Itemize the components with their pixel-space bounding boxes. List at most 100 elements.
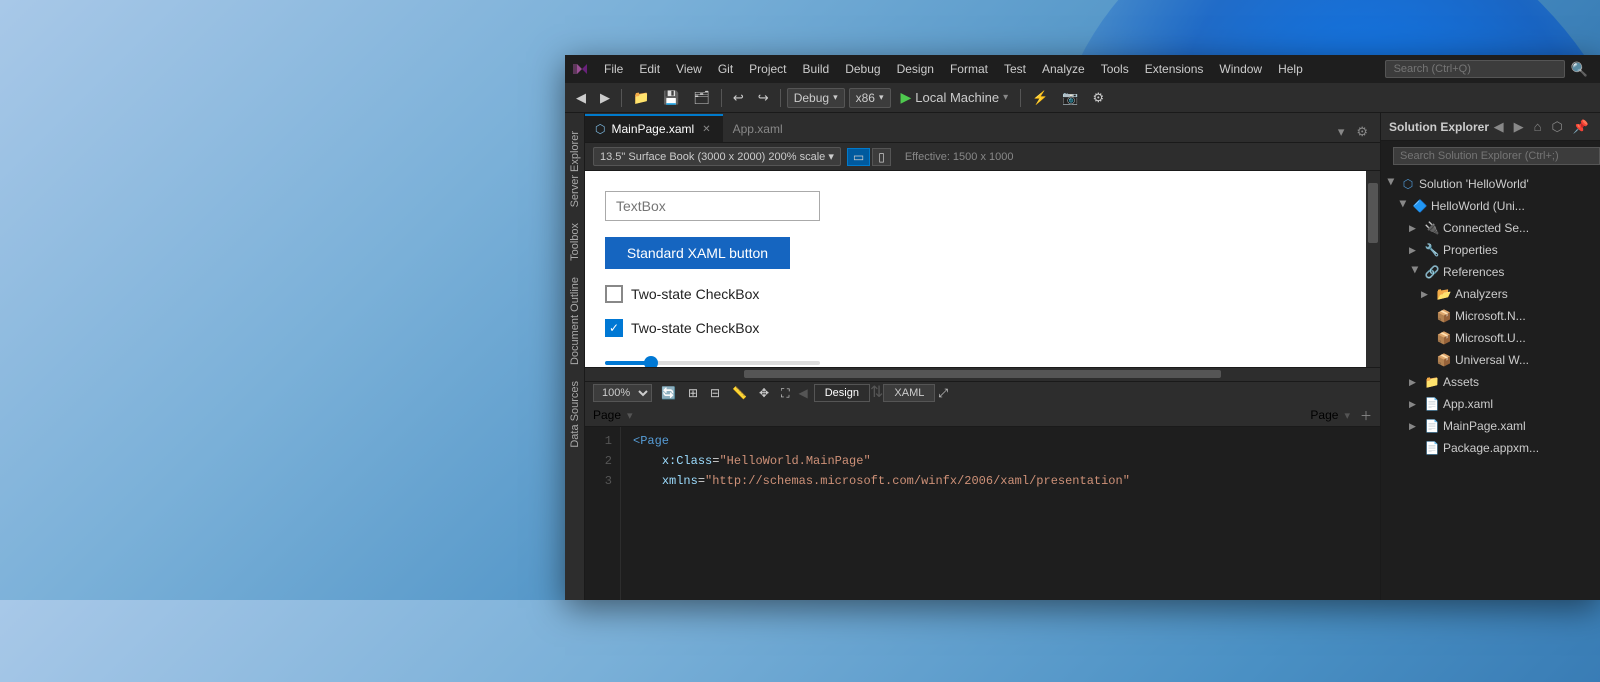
performance-btn[interactable]: ⚡: [1027, 88, 1053, 108]
xaml-button[interactable]: Standard XAML button: [605, 237, 790, 269]
menu-debug[interactable]: Debug: [838, 59, 887, 79]
camera-btn[interactable]: 📷: [1057, 88, 1083, 108]
menu-git[interactable]: Git: [711, 59, 740, 79]
se-home-btn[interactable]: ⌂: [1531, 117, 1545, 137]
menu-help[interactable]: Help: [1271, 59, 1310, 79]
se-item-properties[interactable]: ▶ 🔧 Properties: [1381, 239, 1600, 261]
document-outline-tab[interactable]: Document Outline: [566, 269, 584, 373]
menu-file[interactable]: File: [597, 59, 630, 79]
server-explorer-tab[interactable]: Server Explorer: [566, 123, 584, 215]
toolbox-tab[interactable]: Toolbox: [566, 215, 584, 269]
se-item-project[interactable]: ▶ 🔷 HelloWorld (Uni...: [1381, 195, 1600, 217]
checkbox1[interactable]: [605, 285, 623, 303]
run-button[interactable]: ▶ Local Machine ▾: [895, 87, 1015, 108]
arch-dropdown[interactable]: x86 ▾: [849, 88, 891, 108]
se-item-app-xaml[interactable]: ▶ 📄 App.xaml: [1381, 393, 1600, 415]
grid-btn[interactable]: ⊞: [685, 385, 701, 401]
add-code-btn[interactable]: ＋: [1360, 407, 1372, 424]
code-editor: Page ▾ Page ▾ ＋ 1 2 3 <Page x:Clas: [585, 405, 1380, 601]
zoom-select[interactable]: 100%: [593, 384, 652, 402]
slider-thumb[interactable]: [644, 356, 658, 367]
ms-n-label: Microsoft.N...: [1455, 309, 1526, 323]
save-all-btn[interactable]: 🗂: [688, 88, 715, 108]
package-icon: 📄: [1424, 440, 1440, 456]
canvas-h-scrollbar[interactable]: [585, 367, 1380, 381]
menu-window[interactable]: Window: [1212, 59, 1269, 79]
se-search-input[interactable]: [1393, 147, 1600, 165]
main-area: Server Explorer Toolbox Document Outline…: [565, 113, 1600, 600]
tab-app-xaml[interactable]: App.xaml: [723, 114, 793, 142]
se-back-btn[interactable]: ◀: [1491, 117, 1507, 137]
se-item-connected[interactable]: ▶ 🔌 Connected Se...: [1381, 217, 1600, 239]
undo-btn[interactable]: ↩: [728, 88, 749, 108]
landscape-btn[interactable]: ▯: [872, 148, 891, 166]
menu-edit[interactable]: Edit: [632, 59, 667, 79]
se-tree: ▶ ⬡ Solution 'HelloWorld' ▶ 🔷 HelloWorld…: [1381, 171, 1600, 600]
menu-extensions[interactable]: Extensions: [1138, 59, 1211, 79]
data-sources-tab[interactable]: Data Sources: [566, 373, 584, 456]
menu-project[interactable]: Project: [742, 59, 793, 79]
se-item-mainpage-xaml[interactable]: ▶ 📄 MainPage.xaml: [1381, 415, 1600, 437]
connected-expand-icon: ▶: [1409, 223, 1421, 234]
open-xaml-btn[interactable]: ⤢: [935, 385, 951, 402]
menu-test[interactable]: Test: [997, 59, 1033, 79]
se-item-analyzers[interactable]: ▶ 📂 Analyzers: [1381, 283, 1600, 305]
open-file-btn[interactable]: 📁: [628, 88, 654, 108]
tab-mainpage-xaml[interactable]: ⬡ MainPage.xaml ✕: [585, 114, 723, 142]
se-sync-btn[interactable]: ⬡: [1548, 117, 1565, 137]
editor-area: ⬡ MainPage.xaml ✕ App.xaml ▾ ⚙ 13.5" Sur…: [585, 113, 1380, 600]
menu-format[interactable]: Format: [943, 59, 995, 79]
breadcrumb-left[interactable]: Page: [593, 408, 621, 422]
package-label: Package.appxm...: [1443, 441, 1539, 455]
canvas-h-scrollbar-thumb[interactable]: [744, 370, 1221, 378]
menu-view[interactable]: View: [669, 59, 709, 79]
xaml-textbox[interactable]: [605, 191, 820, 221]
se-item-ms-n[interactable]: 📦 Microsoft.N...: [1381, 305, 1600, 327]
vs-logo-icon: [573, 60, 591, 78]
checkbox2[interactable]: [605, 319, 623, 337]
tab-settings-btn[interactable]: ⚙: [1352, 122, 1372, 142]
code-content[interactable]: <Page x:Class="HelloWorld.MainPage" xmln…: [621, 427, 1380, 601]
canvas-scrollbar[interactable]: [1366, 171, 1380, 367]
se-search-container: [1381, 141, 1600, 171]
menu-analyze[interactable]: Analyze: [1035, 59, 1092, 79]
pan-btn[interactable]: ✥: [756, 385, 772, 401]
se-item-solution[interactable]: ▶ ⬡ Solution 'HelloWorld': [1381, 173, 1600, 195]
ruler-btn[interactable]: 📏: [729, 385, 750, 401]
portrait-btn[interactable]: ▭: [847, 148, 870, 166]
menu-design[interactable]: Design: [890, 59, 941, 79]
se-item-package[interactable]: 📄 Package.appxm...: [1381, 437, 1600, 459]
se-item-universal[interactable]: 📦 Universal W...: [1381, 349, 1600, 371]
se-item-assets[interactable]: ▶ 📁 Assets: [1381, 371, 1600, 393]
breadcrumb-right[interactable]: Page: [1310, 408, 1338, 422]
bottom-sep: ◀: [799, 386, 808, 400]
ms-u-label: Microsoft.U...: [1455, 331, 1526, 345]
tab-list-btn[interactable]: ▾: [1334, 122, 1349, 142]
xaml-view-btn[interactable]: XAML: [883, 384, 935, 402]
xaml-slider[interactable]: [605, 353, 820, 367]
fit-btn[interactable]: ⛶: [778, 385, 792, 402]
toolbar: ◀ ▶ 📁 💾 🗂 ↩ ↪ Debug ▾ x86 ▾ ▶ Local Mach…: [565, 83, 1600, 113]
snap-btn[interactable]: ⊟: [707, 385, 723, 401]
tab-close-mainpage[interactable]: ✕: [700, 123, 712, 136]
menu-search[interactable]: [1385, 60, 1565, 78]
view-toggle-icon: ⇅: [870, 385, 883, 401]
se-item-ms-u[interactable]: 📦 Microsoft.U...: [1381, 327, 1600, 349]
save-btn[interactable]: 💾: [658, 88, 684, 108]
refresh-btn[interactable]: 🔄: [658, 385, 679, 401]
se-item-references[interactable]: ▶ 🔗 References: [1381, 261, 1600, 283]
canvas-scrollbar-thumb[interactable]: [1368, 183, 1378, 243]
se-forward-btn[interactable]: ▶: [1511, 117, 1527, 137]
config-dropdown-arrow: ▾: [833, 92, 838, 103]
back-btn[interactable]: ◀: [571, 88, 591, 108]
config-dropdown[interactable]: Debug ▾: [787, 88, 845, 108]
menu-build[interactable]: Build: [796, 59, 837, 79]
design-view-btn[interactable]: Design: [814, 384, 870, 402]
se-pin-btn[interactable]: 📌: [1570, 117, 1592, 137]
connected-icon: 🔌: [1424, 220, 1440, 236]
settings-btn[interactable]: ⚙: [1088, 88, 1110, 108]
redo-btn[interactable]: ↪: [753, 88, 774, 108]
menu-tools[interactable]: Tools: [1094, 59, 1136, 79]
screen-size-dropdown[interactable]: 13.5" Surface Book (3000 x 2000) 200% sc…: [593, 147, 841, 166]
forward-btn[interactable]: ▶: [595, 88, 615, 108]
